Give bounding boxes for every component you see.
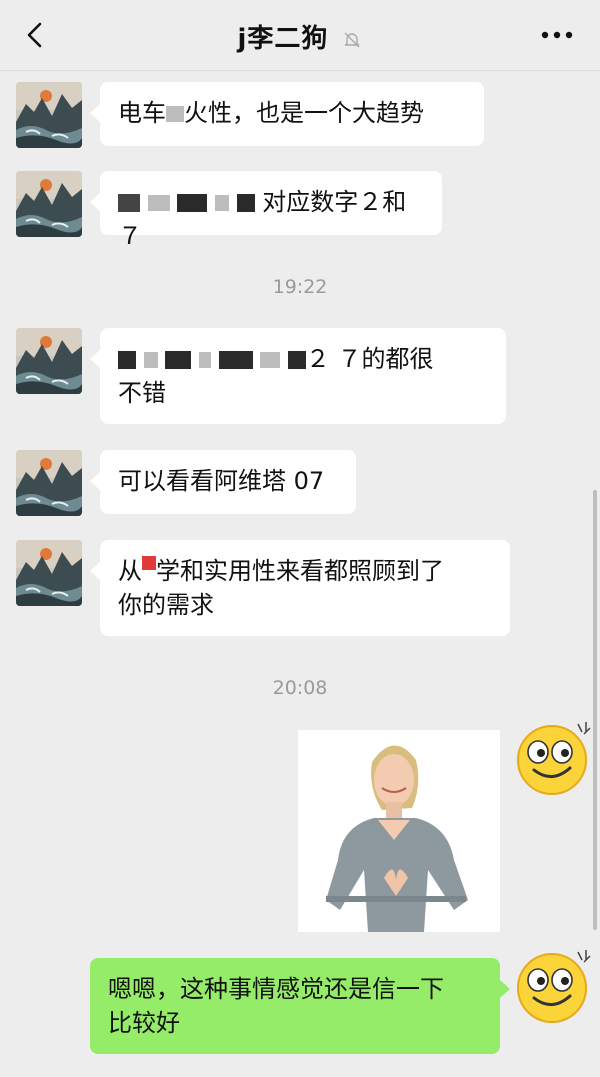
- redacted-block: [118, 351, 136, 369]
- message-bubble[interactable]: 对应数字２和７: [90, 171, 442, 250]
- redacted-block: [218, 351, 253, 369]
- message-text: 火性，也是一个大趋势: [184, 99, 424, 127]
- message-text: 嗯嗯，这种事情感觉还是信一下: [108, 975, 444, 1003]
- bell-off-icon: [344, 32, 360, 47]
- redacted-mark: [142, 556, 156, 570]
- landscape-avatar-image: [16, 328, 82, 394]
- redacted-block: [166, 106, 184, 122]
- redacted-block: [118, 194, 140, 212]
- redacted-block: [236, 194, 255, 212]
- message-bubble[interactable]: 电车 火性，也是一个大趋势: [90, 82, 484, 146]
- message-bubble[interactable]: 从学和实用性来看都照顾到了 你的需求: [90, 540, 510, 636]
- contact-avatar[interactable]: [16, 171, 82, 237]
- message-bubble[interactable]: ２ ７的都很 不错: [90, 328, 506, 424]
- redacted-block: [260, 352, 281, 368]
- contact-avatar[interactable]: [16, 328, 82, 394]
- landscape-avatar-image: [16, 450, 82, 516]
- my-avatar-smiley-icon[interactable]: [512, 946, 592, 1026]
- landscape-avatar-image: [16, 540, 82, 606]
- sent-image[interactable]: [298, 730, 500, 932]
- message-text: 你的需求: [118, 591, 214, 619]
- woman-heart-hands-image: [298, 730, 500, 932]
- landscape-avatar-image: [16, 82, 82, 148]
- redacted-block: [287, 351, 306, 369]
- message-text: 从: [118, 557, 142, 585]
- contact-avatar[interactable]: [16, 82, 82, 148]
- ellipsis-icon[interactable]: [540, 30, 574, 40]
- chat-header: j李二狗: [0, 0, 600, 71]
- timestamp: 19:22: [272, 276, 328, 298]
- my-avatar-smiley-icon[interactable]: [512, 718, 592, 798]
- redacted-block: [147, 195, 170, 211]
- my-message-bubble[interactable]: 嗯嗯，这种事情感觉还是信一下 比较好: [90, 958, 510, 1054]
- message-text: 电车: [118, 99, 166, 127]
- contact-avatar[interactable]: [16, 540, 82, 606]
- redacted-block: [214, 195, 229, 211]
- scrollbar[interactable]: [593, 490, 597, 930]
- redacted-block: [177, 194, 208, 212]
- message-text: 学和实用性来看都照顾到了: [156, 557, 444, 585]
- message-bubble[interactable]: 可以看看阿维塔 07: [90, 450, 356, 514]
- redacted-block: [198, 352, 211, 368]
- contact-avatar[interactable]: [16, 450, 82, 516]
- redacted-block: [165, 351, 192, 369]
- contact-name: j李二狗: [237, 24, 329, 54]
- message-text: ２ ７的都很: [305, 345, 434, 373]
- landscape-avatar-image: [16, 171, 82, 237]
- message-text: 可以看看阿维塔 07: [118, 467, 325, 495]
- message-text: 不错: [118, 379, 166, 407]
- redacted-block: [143, 352, 158, 368]
- chat-title: j李二狗: [0, 18, 600, 55]
- message-text: 比较好: [108, 1009, 180, 1037]
- timestamp: 20:08: [272, 677, 328, 699]
